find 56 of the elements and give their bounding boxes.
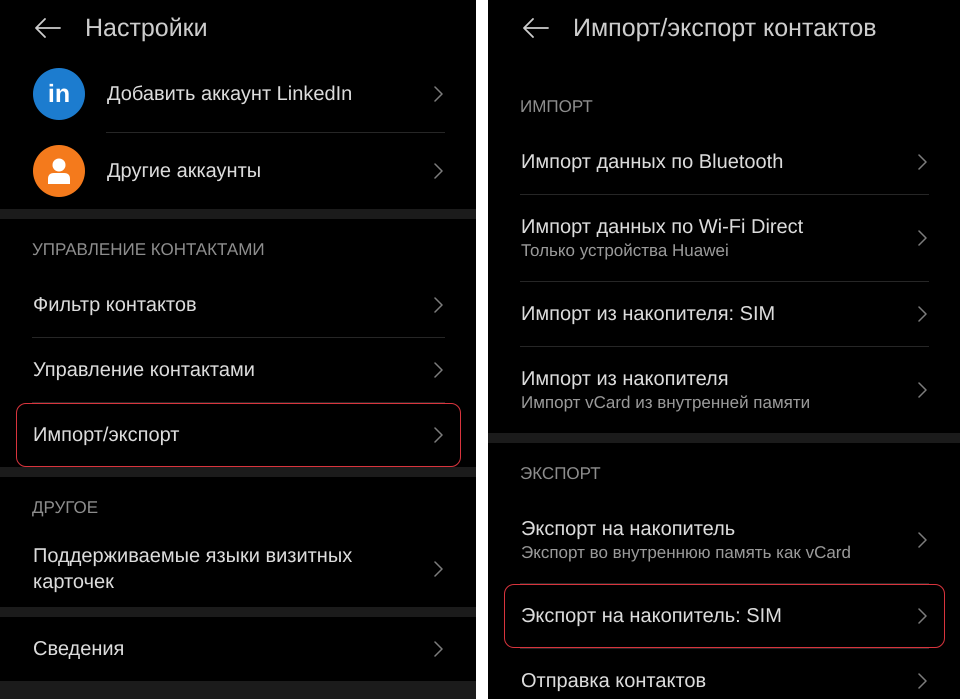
menu-item[interactable]: in Добавить аккаунт LinkedIn xyxy=(16,56,461,132)
screen-title: Импорт/экспорт контактов xyxy=(573,13,877,43)
menu-item[interactable]: Поддерживаемые языки визитных карточек xyxy=(16,531,461,607)
item-label: Другие аккаунты xyxy=(107,159,262,184)
item-label: Сведения xyxy=(33,637,126,662)
chevron-right-icon xyxy=(434,297,443,313)
item-label: Отправка контактов xyxy=(521,669,708,694)
menu-item[interactable]: Управление контактами xyxy=(16,338,461,402)
chevron-right-icon xyxy=(434,641,443,657)
menu-item[interactable]: Экспорт на накопитель Экспорт во внутреннюю память как vCard xyxy=(504,497,945,583)
chevron-right-icon xyxy=(918,154,927,170)
menu-item[interactable]: Отправка контактов xyxy=(504,649,945,699)
back-arrow-icon xyxy=(34,17,61,39)
menu-item[interactable]: Экспорт на накопитель: SIM xyxy=(504,584,945,648)
chevron-right-icon xyxy=(918,608,927,624)
item-description: Только устройства Huawei xyxy=(521,240,730,262)
item-label: Импорт из накопителя xyxy=(521,367,730,392)
menu-item[interactable]: Сведения xyxy=(16,617,461,681)
back-button[interactable] xyxy=(34,16,61,40)
chevron-right-icon xyxy=(918,532,927,548)
item-label: Добавить аккаунт LinkedIn xyxy=(107,82,354,107)
item-label: Управление контактами xyxy=(33,358,256,383)
chevron-right-icon xyxy=(918,673,927,689)
chevron-right-icon xyxy=(434,561,443,577)
chevron-right-icon xyxy=(918,382,927,398)
section-heading: ДРУГОЕ xyxy=(31,497,100,519)
item-label: Импорт данных по Wi-Fi Direct xyxy=(521,215,804,240)
section-heading: ИМПОРТ xyxy=(519,96,594,118)
logo-icon: in xyxy=(33,68,85,120)
back-button[interactable] xyxy=(522,16,549,40)
chevron-right-icon xyxy=(434,427,443,443)
chevron-right-icon xyxy=(434,163,443,179)
menu-item[interactable]: Фильтр контактов xyxy=(16,273,461,337)
item-label: Фильтр контактов xyxy=(33,293,198,318)
item-description: Экспорт во внутреннюю память как vCard xyxy=(521,542,852,564)
chevron-right-icon xyxy=(918,230,927,246)
item-label: Поддерживаемые языки визитных карточек xyxy=(33,544,354,595)
chevron-right-icon xyxy=(918,306,927,322)
screen-title: Настройки xyxy=(85,13,208,43)
item-label: Импорт данных по Bluetooth xyxy=(521,150,784,175)
item-label: Импорт/экспорт xyxy=(33,423,180,448)
back-arrow-icon xyxy=(522,17,549,39)
menu-item[interactable]: Импорт данных по Bluetooth xyxy=(504,130,945,194)
item-label: Экспорт на накопитель xyxy=(521,517,736,542)
section-heading: УПРАВЛЕНИЕ КОНТАКТАМИ xyxy=(31,239,266,261)
item-label: Импорт из накопителя: SIM xyxy=(521,302,776,327)
item-description: Импорт vCard из внутренней памяти xyxy=(521,392,812,414)
item-label: Экспорт на накопитель: SIM xyxy=(521,604,783,629)
menu-item[interactable]: Импорт/экспорт xyxy=(16,403,461,467)
chevron-right-icon xyxy=(434,362,443,378)
menu-item[interactable]: Импорт из накопителя: SIM xyxy=(504,282,945,346)
menu-item[interactable]: Импорт данных по Wi-Fi Direct Только устройства Huawei xyxy=(504,195,945,281)
section-heading: ЭКСПОРТ xyxy=(519,463,602,485)
menu-item[interactable]: Другие аккаунты xyxy=(16,133,461,209)
menu-item[interactable]: Импорт из накопителя Импорт vCard из внутренней памяти xyxy=(504,347,945,433)
chevron-right-icon xyxy=(434,86,443,102)
